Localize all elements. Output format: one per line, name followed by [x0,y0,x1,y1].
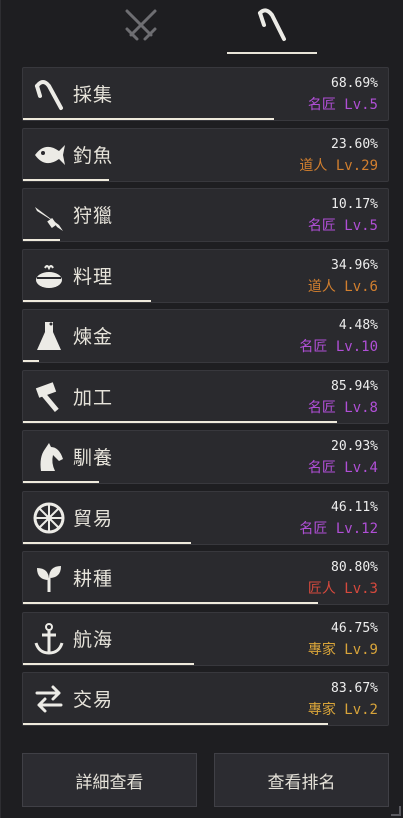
skill-name: 貿易 [73,507,114,530]
wagon-wheel-icon [31,500,67,536]
detail-view-button[interactable]: 詳細查看 [22,753,197,807]
skill-rank: 名匠 Lv.5 [307,218,378,234]
skill-name: 馴養 [73,447,114,469]
skill-row-farming[interactable]: 耕種 80.80% 匠人 Lv.3 [22,551,389,605]
skill-percent: 80.80% [331,560,378,575]
skill-progress-bar [23,239,388,241]
skill-name: 航海 [73,628,114,651]
skill-progress-fill [23,178,110,181]
skill-rank: 名匠 Lv.8 [307,399,378,416]
skill-percent: 83.67% [331,681,378,696]
fish-icon [31,137,67,173]
sprout-icon [31,560,67,596]
skill-progress-fill [23,420,337,423]
skill-row-alchemy[interactable]: 煉金 4.48% 名匠 Lv.10 [22,309,389,363]
musket-icon [31,197,67,233]
skill-progress-bar [23,360,388,362]
skill-percent: 10.17% [331,197,378,212]
skill-percent: 46.75% [331,620,378,636]
life-skill-panel: 採集 68.69% 名匠 Lv.5 釣魚 23.60% 道人 Lv.29 狩獵 10.17% 名… [0,0,403,818]
skill-name: 煉金 [73,326,114,348]
skill-progress-bar [23,662,388,665]
crossed-swords-icon [121,5,161,49]
skill-progress-fill [23,299,151,302]
skill-rank: 名匠 Lv.4 [307,460,378,476]
skill-row-training[interactable]: 馴養 20.93% 名匠 Lv.4 [22,430,389,484]
skill-progress-bar [23,118,388,120]
skill-progress-bar [23,178,388,181]
skill-row-barter[interactable]: 交易 83.67% 專家 Lv.2 [22,672,389,726]
skill-percent: 68.69% [331,76,378,91]
flask-icon [31,318,67,354]
skill-row-gathering[interactable]: 採集 68.69% 名匠 Lv.5 [22,67,389,121]
skill-row-fishing[interactable]: 釣魚 23.60% 道人 Lv.29 [22,127,389,182]
skill-rank: 名匠 Lv.12 [299,520,378,537]
skill-progress-fill [23,360,40,362]
skill-row-trade[interactable]: 貿易 46.11% 名匠 Lv.12 [22,490,389,545]
sickle-icon [252,5,292,49]
skill-row-processing[interactable]: 加工 85.94% 名匠 Lv.8 [22,369,389,424]
skill-percent: 4.48% [338,318,378,333]
skill-progress-bar [23,541,388,544]
skill-rank: 道人 Lv.6 [307,278,378,295]
skill-progress-fill [23,481,100,483]
skill-rank: 道人 Lv.29 [299,157,378,174]
tab-combat[interactable] [96,4,186,50]
skill-name: 採集 [73,84,114,106]
view-ranking-button[interactable]: 查看排名 [214,753,389,807]
hammer-icon [31,379,67,415]
skill-name: 耕種 [73,568,114,590]
cooking-pot-icon [31,258,67,294]
horse-head-icon [31,439,67,475]
skill-rank: 名匠 Lv.10 [299,339,378,355]
skill-progress-bar [23,602,388,604]
skill-progress-fill [23,239,61,241]
anchor-icon [31,621,67,657]
skill-name: 加工 [73,386,114,409]
skill-rank: 專家 Lv.2 [307,702,378,718]
resize-handle[interactable] [391,806,401,816]
tab-bar [1,0,403,56]
skill-rank: 專家 Lv.9 [307,641,378,658]
tab-life-skills[interactable] [227,4,317,50]
skill-name: 狩獵 [73,205,114,227]
skill-percent: 23.60% [331,136,378,152]
skill-name: 料理 [73,265,114,288]
skill-progress-fill [23,602,318,604]
skill-row-cooking[interactable]: 料理 34.96% 道人 Lv.6 [22,248,389,303]
skill-percent: 85.94% [331,378,378,394]
skill-progress-fill [23,118,274,120]
skill-rank: 名匠 Lv.5 [307,97,378,113]
skill-progress-bar [23,481,388,483]
skill-progress-fill [23,723,329,725]
skill-progress-bar [23,299,388,302]
exchange-arrows-icon [31,681,67,717]
skill-name: 釣魚 [73,144,114,167]
skill-progress-bar [23,723,388,725]
skill-row-hunting[interactable]: 狩獵 10.17% 名匠 Lv.5 [22,188,389,242]
skill-progress-bar [23,420,388,423]
skill-row-sailing[interactable]: 航海 46.75% 專家 Lv.9 [22,611,389,666]
sickle-icon [31,76,67,112]
skill-name: 交易 [73,689,114,711]
skill-rank: 匠人 Lv.3 [307,581,378,597]
skill-percent: 34.96% [331,257,378,273]
active-tab-indicator [227,52,317,54]
skill-percent: 20.93% [331,439,378,454]
skill-percent: 46.11% [331,499,378,515]
skill-progress-fill [23,662,194,665]
skill-progress-fill [23,541,192,544]
